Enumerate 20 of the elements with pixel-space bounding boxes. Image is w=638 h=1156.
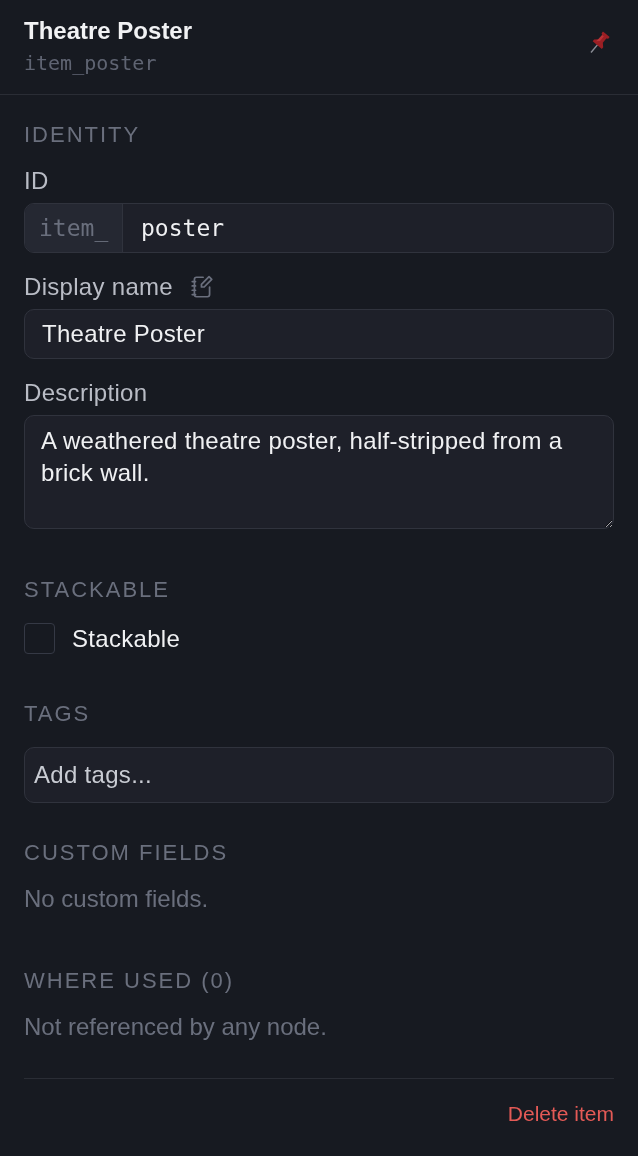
description-field[interactable]: A weathered theatre poster, half-stripped from a brick wall. [24,415,614,529]
section-heading: IDENTITY [24,122,142,148]
id-prefix: item_ [25,204,124,252]
item-id-text: item_poster [24,51,158,75]
section-heading: STACKABLE [24,577,171,603]
field-label: ID [24,168,49,194]
notebook-pen-icon [189,274,215,300]
empty-note: No custom fields. [24,886,210,912]
tags-field[interactable]: Add tags... [24,747,614,803]
section-heading: TAGS [24,701,92,727]
section-heading: WHERE USED (0) [24,968,236,994]
delete-button[interactable]: Delete item [507,1101,614,1127]
display-name-field[interactable]: Theatre Poster [24,309,614,359]
field-label: Display name [24,274,173,300]
checkbox[interactable] [24,623,55,654]
section-heading: CUSTOM FIELDS [24,840,230,866]
panel-title: Theatre Poster [24,16,193,46]
field-label: Description [24,380,148,406]
empty-note: Not referenced by any node. [24,1014,328,1040]
checkbox-label: Stackable [72,624,181,654]
